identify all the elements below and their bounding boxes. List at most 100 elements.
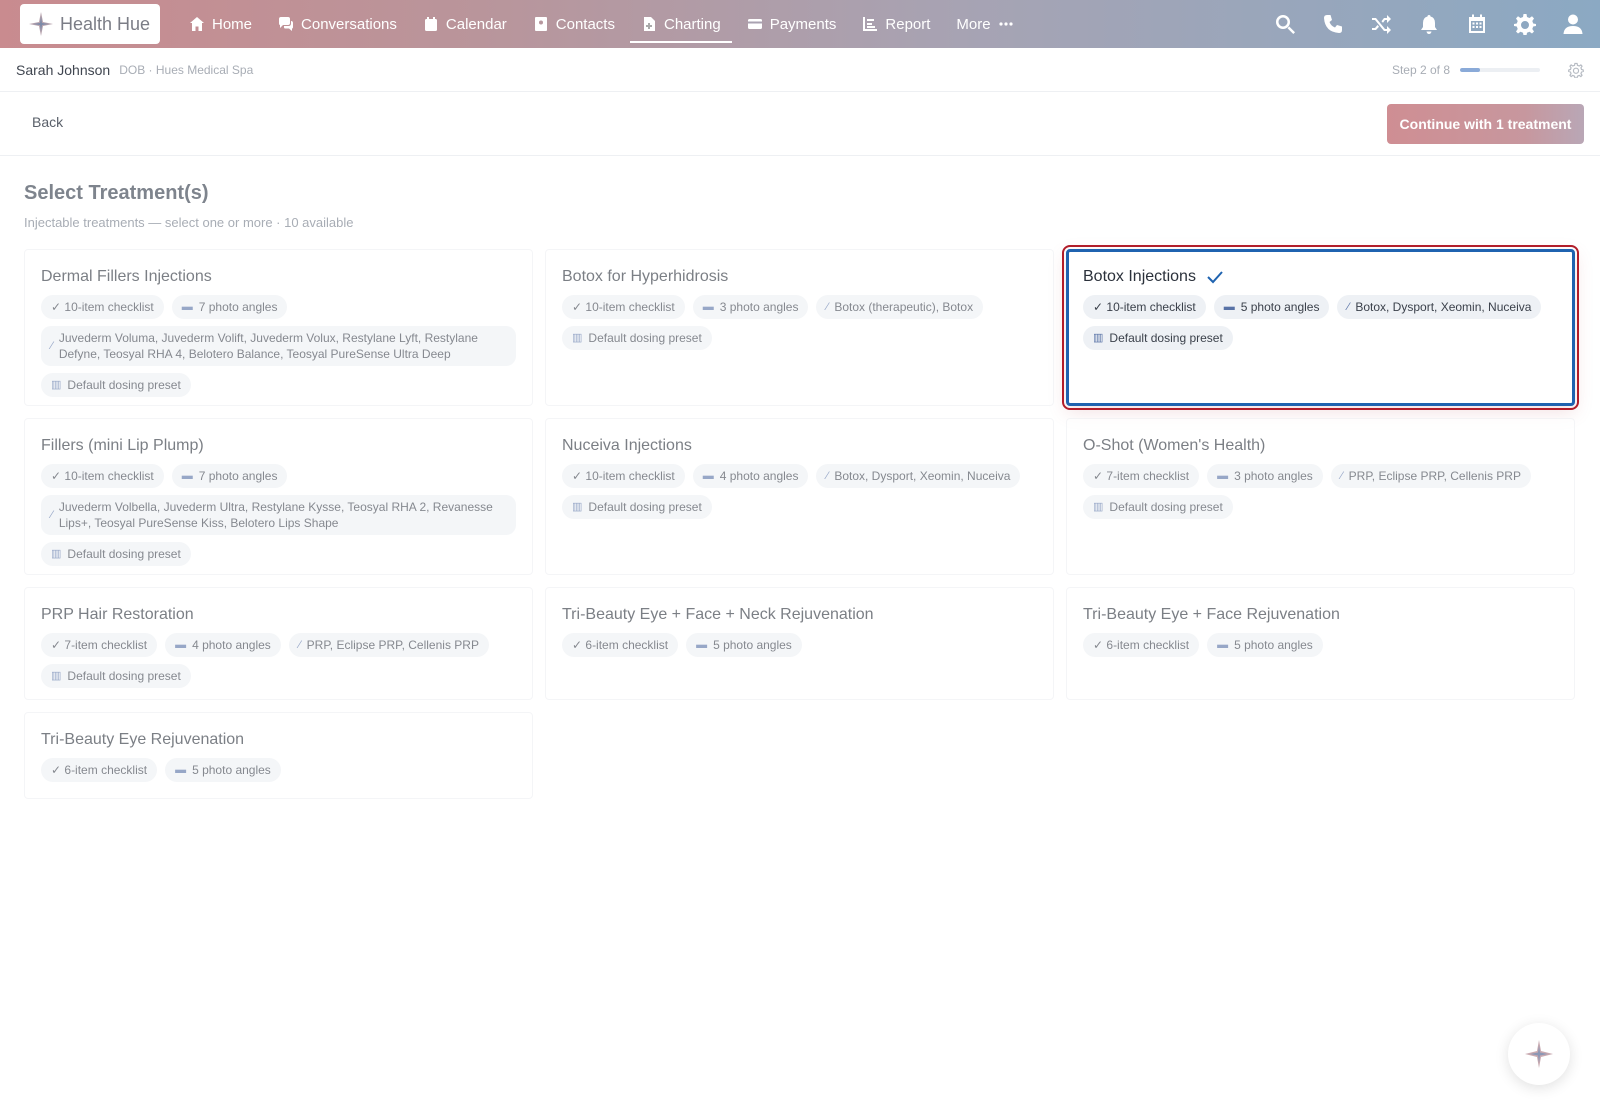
assistant-fab[interactable] xyxy=(1508,1023,1570,1085)
camera-icon: ▬ xyxy=(696,639,708,651)
products-chip-text: PRP, Eclipse PRP, Cellenis PRP xyxy=(1348,469,1521,483)
treatment-card[interactable]: Tri-Beauty Eye + Face + Neck Rejuvenatio… xyxy=(545,587,1054,700)
treatment-card[interactable]: Botox for Hyperhidrosis ✓ 10-item checkli… xyxy=(545,249,1054,406)
contacts-icon xyxy=(534,17,547,31)
photos-chip: ▬ 3 photo angles xyxy=(1207,464,1323,488)
photos-chip-text: 4 photo angles xyxy=(719,469,799,483)
camera-icon: ▬ xyxy=(702,470,714,482)
shuffle-icon[interactable] xyxy=(1370,13,1392,35)
treatment-card[interactable]: Tri-Beauty Eye + Face Rejuvenation ✓ 6-it… xyxy=(1066,587,1575,700)
user-icon[interactable] xyxy=(1562,13,1584,35)
continue-button[interactable]: Continue with 1 treatment xyxy=(1387,104,1584,144)
treatment-card[interactable]: Dermal Fillers Injections ✓ 10-item check… xyxy=(24,249,533,406)
preset-chip: ▥ Default dosing preset xyxy=(562,495,712,519)
preset-chip: ▥ Default dosing preset xyxy=(41,542,191,566)
photos-chip: ▬ 7 photo angles xyxy=(171,464,288,488)
health-hue-logo-icon xyxy=(28,11,54,37)
nav-calendar[interactable]: Calendar xyxy=(410,0,520,48)
products-chip-text: Botox, Dysport, Xeomin, Nuceiva xyxy=(834,469,1011,483)
photos-chip-text: 3 photo angles xyxy=(719,300,799,314)
nav-payments[interactable]: Payments xyxy=(734,0,850,48)
treatment-title-text: Nuceiva Injections xyxy=(562,437,692,454)
step-progress xyxy=(1460,67,1540,72)
checklist-chip: ✓ 7-item checklist xyxy=(1083,464,1200,488)
checklist-chip-text: ✓ 10-item checklist xyxy=(51,300,154,314)
photos-chip-text: 5 photo angles xyxy=(1234,638,1313,652)
photos-chip: ▬ 5 photo angles xyxy=(1207,633,1323,657)
treatment-card[interactable]: PRP Hair Restoration ✓ 7-item checklist ▬ 4… xyxy=(24,587,533,700)
preset-chip: ▥ Default dosing preset xyxy=(41,373,191,397)
treatment-title: Tri-Beauty Eye + Face + Neck Rejuvenatio… xyxy=(562,606,1037,624)
treatment-title-text: Fillers (mini Lip Plump) xyxy=(41,437,204,454)
treatment-title: Botox for Hyperhidrosis xyxy=(562,268,1037,286)
nav-more[interactable]: More xyxy=(943,0,1026,48)
treatment-chips: ✓ 10-item checklist ▬ 3 photo angles ⁄ Botox… xyxy=(562,295,1037,350)
treatment-card[interactable]: Fillers (mini Lip Plump) ✓ 10-item checkl… xyxy=(24,418,533,575)
nav-contacts-label: Contacts xyxy=(555,15,615,33)
card-icon xyxy=(747,19,762,29)
action-bar: Back Continue with 1 treatment xyxy=(0,92,1600,156)
photos-chip-text: 3 photo angles xyxy=(1234,469,1313,483)
treatment-title-text: Tri-Beauty Eye + Face Rejuvenation xyxy=(1083,606,1340,623)
treatment-card[interactable]: Botox Injections ✓ 10-item checklist ▬ 5 ph… xyxy=(1062,245,1579,410)
treatment-card[interactable]: Nuceiva Injections ✓ 10-item checklist ▬ 4 … xyxy=(545,418,1054,575)
phone-icon[interactable] xyxy=(1322,13,1344,35)
treatment-chips: ✓ 10-item checklist ▬ 7 photo angles ⁄ Juved… xyxy=(41,295,516,397)
treatment-chips: ✓ 6-item checklist ▬ 5 photo angles xyxy=(562,633,1037,657)
photos-chip: ▬ 4 photo angles xyxy=(165,633,281,657)
treatment-grid: Dermal Fillers Injections ✓ 10-item check… xyxy=(24,245,1579,799)
app-name: Health Hue xyxy=(60,13,151,34)
treatment-chips: ✓ 10-item checklist ▬ 7 photo angles ⁄ Juved… xyxy=(41,464,516,566)
gear-icon[interactable] xyxy=(1514,13,1536,35)
nav-charting-label: Charting xyxy=(663,15,721,33)
selected-check-icon xyxy=(1207,271,1223,284)
syringe-icon: ⁄ xyxy=(1347,301,1350,313)
treatment-title: Dermal Fillers Injections xyxy=(41,268,516,286)
camera-icon: ▬ xyxy=(175,639,187,651)
treatment-card[interactable]: O-Shot (Women's Health) ✓ 7-item checklis… xyxy=(1066,418,1575,575)
nav-report[interactable]: Report xyxy=(849,0,943,48)
bell-icon[interactable] xyxy=(1418,13,1440,35)
preset-chip-text: Default dosing preset xyxy=(67,547,181,561)
nav-conversations[interactable]: Conversations xyxy=(265,0,410,48)
syringe-icon: ⁄ xyxy=(298,639,301,651)
checklist-chip: ✓ 6-item checklist xyxy=(1083,633,1200,657)
treatment-card[interactable]: Tri-Beauty Eye Rejuvenation ✓ 6-item chec… xyxy=(24,712,533,799)
syringe-icon: ⁄ xyxy=(826,470,829,482)
checklist-chip: ✓ 10-item checklist xyxy=(1083,295,1206,319)
calendar-grid-icon[interactable] xyxy=(1466,13,1488,35)
treatment-title-text: Botox for Hyperhidrosis xyxy=(562,268,729,285)
page-title: Select Treatment(s) xyxy=(24,182,209,204)
bar-chart-icon: ▥ xyxy=(572,332,583,344)
preset-chip: ▥ Default dosing preset xyxy=(562,326,712,350)
preset-chip-text: Default dosing preset xyxy=(1109,331,1223,345)
checklist-chip: ✓ 6-item checklist xyxy=(562,633,679,657)
checklist-chip: ✓ 10-item checklist xyxy=(562,295,685,319)
camera-icon: ▬ xyxy=(1223,301,1235,313)
products-chip: ⁄ PRP, Eclipse PRP, Cellenis PRP xyxy=(1330,464,1531,488)
products-chip: ⁄ Juvederm Volbella, Juvederm Ultra, Rest… xyxy=(41,495,516,535)
search-icon[interactable] xyxy=(1274,13,1296,35)
app-logo[interactable]: Health Hue xyxy=(20,4,160,44)
syringe-icon: ⁄ xyxy=(51,340,53,352)
nav-contacts[interactable]: Contacts xyxy=(520,0,628,48)
treatment-chips: ✓ 6-item checklist ▬ 5 photo angles xyxy=(1083,633,1558,657)
checklist-chip: ✓ 10-item checklist xyxy=(41,295,164,319)
preset-chip-text: Default dosing preset xyxy=(67,669,181,683)
preset-chip: ▥ Default dosing preset xyxy=(41,664,191,688)
products-chip: ⁄ PRP, Eclipse PRP, Cellenis PRP xyxy=(288,633,489,657)
products-chip: ⁄ Botox (therapeutic), Botox xyxy=(816,295,984,319)
nav-home[interactable]: Home xyxy=(176,0,265,48)
camera-icon: ▬ xyxy=(181,470,193,482)
treatment-chips: ✓ 6-item checklist ▬ 5 photo angles xyxy=(41,758,516,782)
bar-chart-icon: ▥ xyxy=(1093,501,1104,513)
settings-icon[interactable] xyxy=(1568,62,1584,78)
back-button[interactable]: Back xyxy=(32,114,63,130)
syringe-icon: ⁄ xyxy=(826,301,829,313)
photos-chip: ▬ 5 photo angles xyxy=(1213,295,1330,319)
step-indicator: Step 2 of 8 xyxy=(1392,62,1584,78)
bar-chart-icon: ▥ xyxy=(51,379,62,391)
nav-charting[interactable]: Charting xyxy=(628,0,734,48)
checklist-chip-text: ✓ 7-item checklist xyxy=(1093,469,1190,483)
checklist-chip-text: ✓ 7-item checklist xyxy=(51,638,148,652)
